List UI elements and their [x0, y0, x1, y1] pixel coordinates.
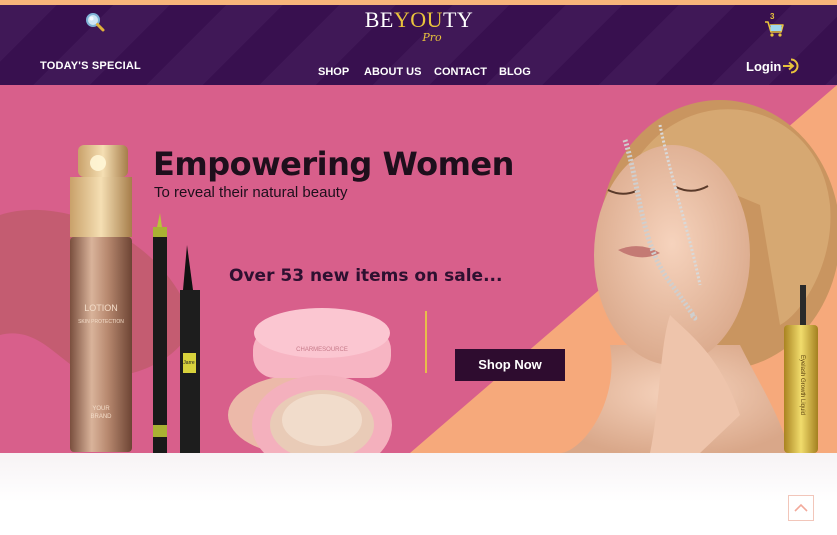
eye-pencil-product [153, 213, 167, 453]
svg-text:CHARMESOURCE: CHARMESOURCE [296, 347, 348, 353]
todays-special-link[interactable]: TODAY'S SPECIAL [40, 60, 141, 72]
cart-icon[interactable] [763, 15, 785, 39]
site-logo[interactable]: BEYOUTY Pro [360, 8, 478, 44]
lotion-bottle-product: LOTION SKIN PROTECTION YOUR BRAND [70, 145, 132, 452]
svg-text:Eyelash Growth Liquid: Eyelash Growth Liquid [799, 355, 805, 415]
logo-subtitle: Pro [422, 31, 442, 44]
search-icon[interactable] [84, 11, 106, 33]
arrow-up-icon [794, 503, 808, 512]
login-arrow-icon[interactable] [782, 58, 800, 74]
hero-subline: To reveal their natural beauty [154, 184, 348, 201]
cushion-compact-product: CHARMESOURCE [228, 308, 392, 453]
eyeliner-product: Jarre [180, 245, 200, 453]
logo-wordmark: BEYOUTY [360, 8, 478, 32]
nav-blog[interactable]: BLOG [499, 66, 531, 78]
hero-promo-text: Over 53 new items on sale... [229, 266, 503, 286]
nav-contact[interactable]: CONTACT [434, 66, 487, 78]
product-reflection-area [0, 453, 837, 535]
svg-text:SKIN PROTECTION: SKIN PROTECTION [78, 319, 124, 325]
scroll-to-top-button[interactable] [788, 495, 814, 521]
logo-part-you: YOU [393, 7, 443, 32]
logo-part-ty: TY [442, 7, 474, 32]
nav-shop[interactable]: SHOP [318, 66, 349, 78]
logo-part-be: BE [364, 7, 394, 32]
shop-now-button[interactable]: Shop Now [455, 349, 565, 381]
svg-text:YOUR: YOUR [92, 406, 110, 412]
login-link[interactable]: Login [746, 59, 781, 74]
nav-about-us[interactable]: ABOUT US [364, 66, 421, 78]
svg-text:LOTION: LOTION [84, 303, 118, 313]
hero-divider [425, 311, 427, 373]
hero-headline: Empowering Women [153, 145, 514, 183]
svg-text:Jarre: Jarre [183, 360, 195, 366]
svg-text:BRAND: BRAND [90, 414, 112, 420]
